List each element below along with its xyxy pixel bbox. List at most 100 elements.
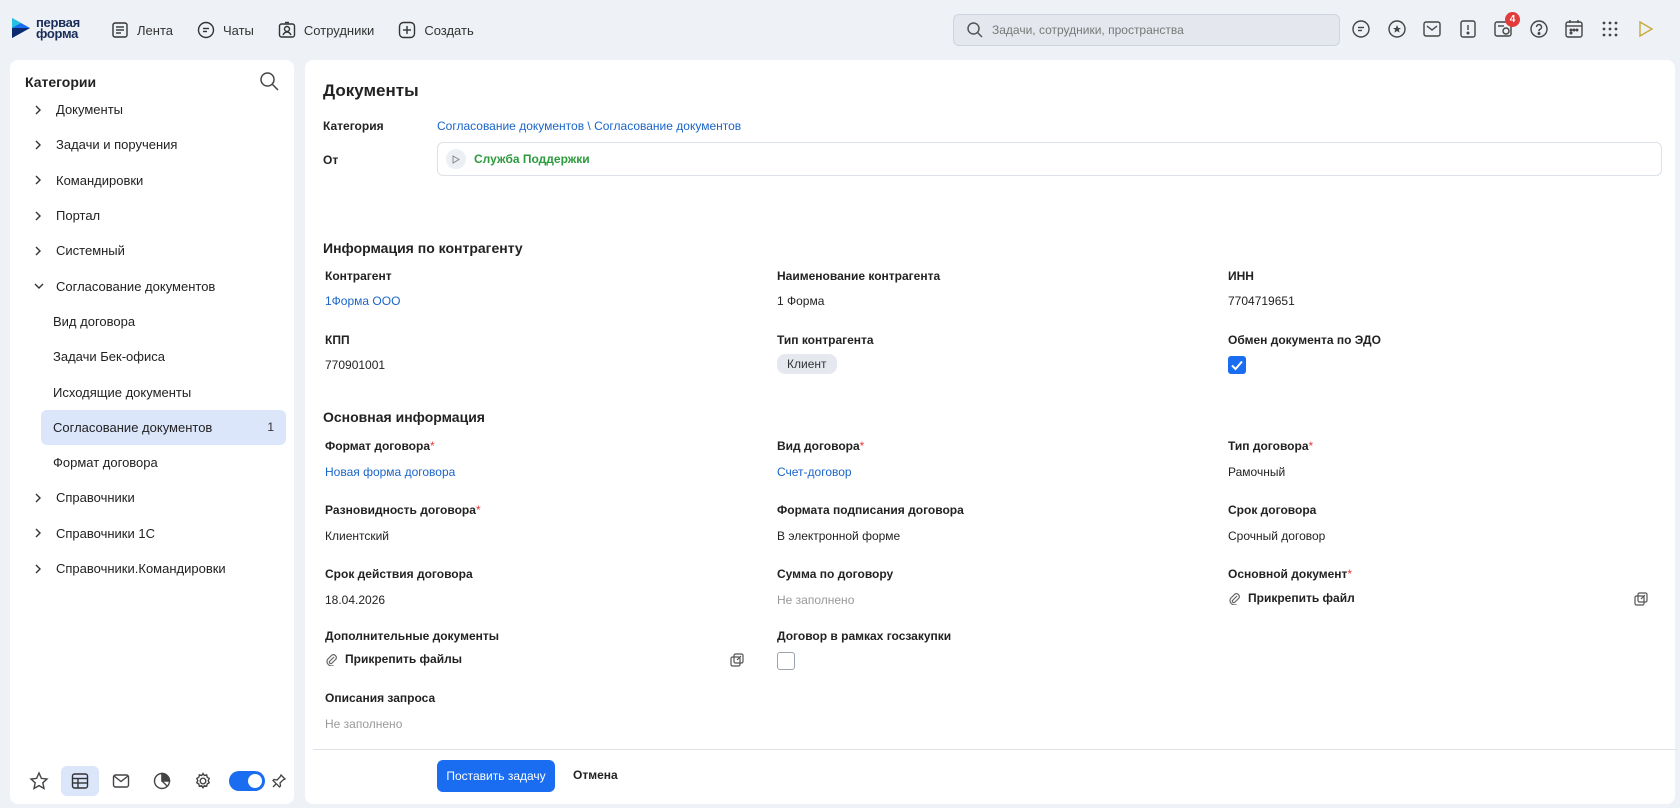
chevron-right-icon[interactable] (34, 105, 44, 115)
category-label: Категория (323, 119, 384, 133)
tree-item-label: Командировки (56, 172, 144, 188)
chevron-right-icon[interactable] (34, 140, 44, 150)
chevron-right-icon[interactable] (34, 493, 44, 503)
search-input[interactable] (992, 23, 1312, 37)
external-link-icon[interactable] (729, 652, 745, 668)
sidebar-toggle[interactable] (229, 771, 265, 791)
tree-item-contract-format[interactable]: Формат договора (10, 445, 294, 480)
from-value[interactable]: Служба Поддержки (474, 152, 590, 166)
sidebar-search-icon[interactable] (258, 70, 280, 92)
category-tree: Документы Задачи и поручения Командировк… (10, 92, 294, 586)
tree-item-system[interactable]: Системный (10, 233, 294, 268)
tree-item-approval[interactable]: Согласование документов (10, 268, 294, 303)
global-search[interactable] (953, 14, 1340, 46)
mail-button[interactable] (1421, 18, 1443, 40)
tree-item-outgoing[interactable]: Исходящие документы (10, 374, 294, 409)
request-description-label: Описания запроса (325, 691, 436, 705)
counterparty-name-label: Наименование контрагента (777, 269, 941, 283)
play-icon[interactable] (446, 149, 466, 169)
nav-chats-label: Чаты (222, 22, 254, 38)
nav-create[interactable]: Создать (397, 18, 474, 42)
nav-feed[interactable]: Лента (110, 18, 173, 42)
chevron-down-icon[interactable] (34, 282, 44, 290)
counterparty-value[interactable]: 1Форма ООО (325, 294, 400, 308)
contract-variety-label: Разновидность договора* (325, 503, 481, 517)
tree-item-directories-trips[interactable]: Справочники.Командировки (10, 551, 294, 586)
tree-item-backoffice[interactable]: Задачи Бек-офиса (10, 339, 294, 374)
logo-text: первая форма (36, 15, 80, 41)
tree-item-directories[interactable]: Справочники (10, 480, 294, 515)
calendar-button[interactable] (1563, 18, 1585, 40)
nav-employees-label: Сотрудники (303, 22, 375, 38)
chevron-right-icon[interactable] (34, 528, 44, 538)
tree-item-label: Портал (56, 208, 101, 224)
chevron-right-icon[interactable] (34, 211, 44, 221)
grid-dots-icon (1602, 21, 1617, 37)
checkmark-icon (1231, 360, 1243, 371)
submit-task-button[interactable]: Поставить задачу (437, 760, 555, 792)
nav-chats[interactable]: Чаты (196, 18, 254, 42)
contract-format-value[interactable]: Новая форма договора (325, 465, 455, 479)
tree-item-trips[interactable]: Командировки (10, 163, 294, 198)
favorites-tab[interactable] (20, 766, 58, 796)
cancel-button[interactable]: Отмена (573, 768, 618, 782)
attach-file-button[interactable]: Прикрепить файл (1228, 591, 1355, 605)
attach-files-button[interactable]: Прикрепить файлы (325, 652, 462, 666)
main-nav: Лента Чаты Сотрудники Создать (110, 18, 497, 42)
tree-item-contract-kind[interactable]: Вид договора (10, 304, 294, 339)
nav-employees[interactable]: Сотрудники (277, 18, 374, 42)
attach-files-label: Прикрепить файлы (345, 652, 462, 666)
help-button[interactable] (1528, 18, 1550, 40)
envelope-icon (112, 774, 130, 788)
sidebar-bottom-toolbar (20, 766, 287, 796)
edo-checkbox[interactable] (1228, 356, 1246, 374)
messages-button[interactable] (1350, 18, 1372, 40)
external-link-icon[interactable] (1633, 591, 1649, 607)
signing-format-label: Формата подписания договора (777, 503, 964, 517)
help-icon (1529, 20, 1548, 38)
tree-item-label: Документы (56, 102, 124, 118)
document-form: Документы Категория Согласование докумен… (305, 60, 1677, 804)
counterparty-type-chip: Клиент (777, 354, 837, 374)
kpp-value: 770901001 (325, 358, 386, 372)
nav-feed-label: Лента (137, 22, 173, 38)
tree-item-directories-1c[interactable]: Справочники 1С (10, 516, 294, 551)
counterparty-name-value: 1 Форма (777, 294, 825, 308)
tree-item-approval-selected[interactable]: Согласование документов 1 (41, 409, 286, 445)
tree-item-tasks[interactable]: Задачи и поручения (10, 127, 294, 162)
validity-value: 18.04.2026 (325, 593, 386, 607)
additional-docs-label: Дополнительные документы (325, 629, 499, 643)
sidebar-title: Категории (25, 74, 97, 90)
state-procurement-checkbox[interactable] (777, 652, 795, 670)
from-field[interactable]: Служба Поддержки (437, 142, 1662, 176)
chevron-right-icon[interactable] (34, 175, 44, 185)
apps-button[interactable] (1599, 18, 1621, 40)
chevron-right-icon[interactable] (34, 564, 44, 574)
tree-item-label: Вид договора (53, 313, 136, 329)
contract-kind-value[interactable]: Счет-договор (777, 465, 852, 479)
tree-item-documents[interactable]: Документы (10, 92, 294, 127)
tasks-button[interactable] (1457, 18, 1479, 40)
contract-variety-value: Клиентский (325, 529, 390, 543)
category-link[interactable]: Согласование документов \ Согласование д… (437, 119, 741, 133)
tree-item-portal[interactable]: Портал (10, 198, 294, 233)
play-icon (1639, 20, 1654, 38)
notifications-button[interactable]: 4 (1492, 12, 1520, 40)
settings-tab[interactable] (184, 766, 222, 796)
favorites-button[interactable] (1386, 18, 1408, 40)
contract-type-value: Рамочный (1228, 465, 1286, 479)
edo-label: Обмен документа по ЭДО (1228, 333, 1381, 347)
mail-tab[interactable] (102, 766, 140, 796)
logo[interactable]: первая форма (10, 16, 80, 40)
chevron-right-icon[interactable] (34, 246, 44, 256)
top-bar: первая форма Лента Чаты Сотрудники Созда… (0, 0, 1680, 58)
amount-value: Не заполнено (777, 593, 855, 607)
pin-icon[interactable] (271, 773, 287, 789)
pie-chart-icon (153, 772, 171, 790)
play-button[interactable] (1634, 18, 1656, 40)
chat-icon (197, 21, 215, 39)
table-icon (71, 773, 89, 789)
reports-tab[interactable] (143, 766, 181, 796)
categories-tab[interactable] (61, 766, 99, 796)
from-label: От (323, 153, 339, 167)
